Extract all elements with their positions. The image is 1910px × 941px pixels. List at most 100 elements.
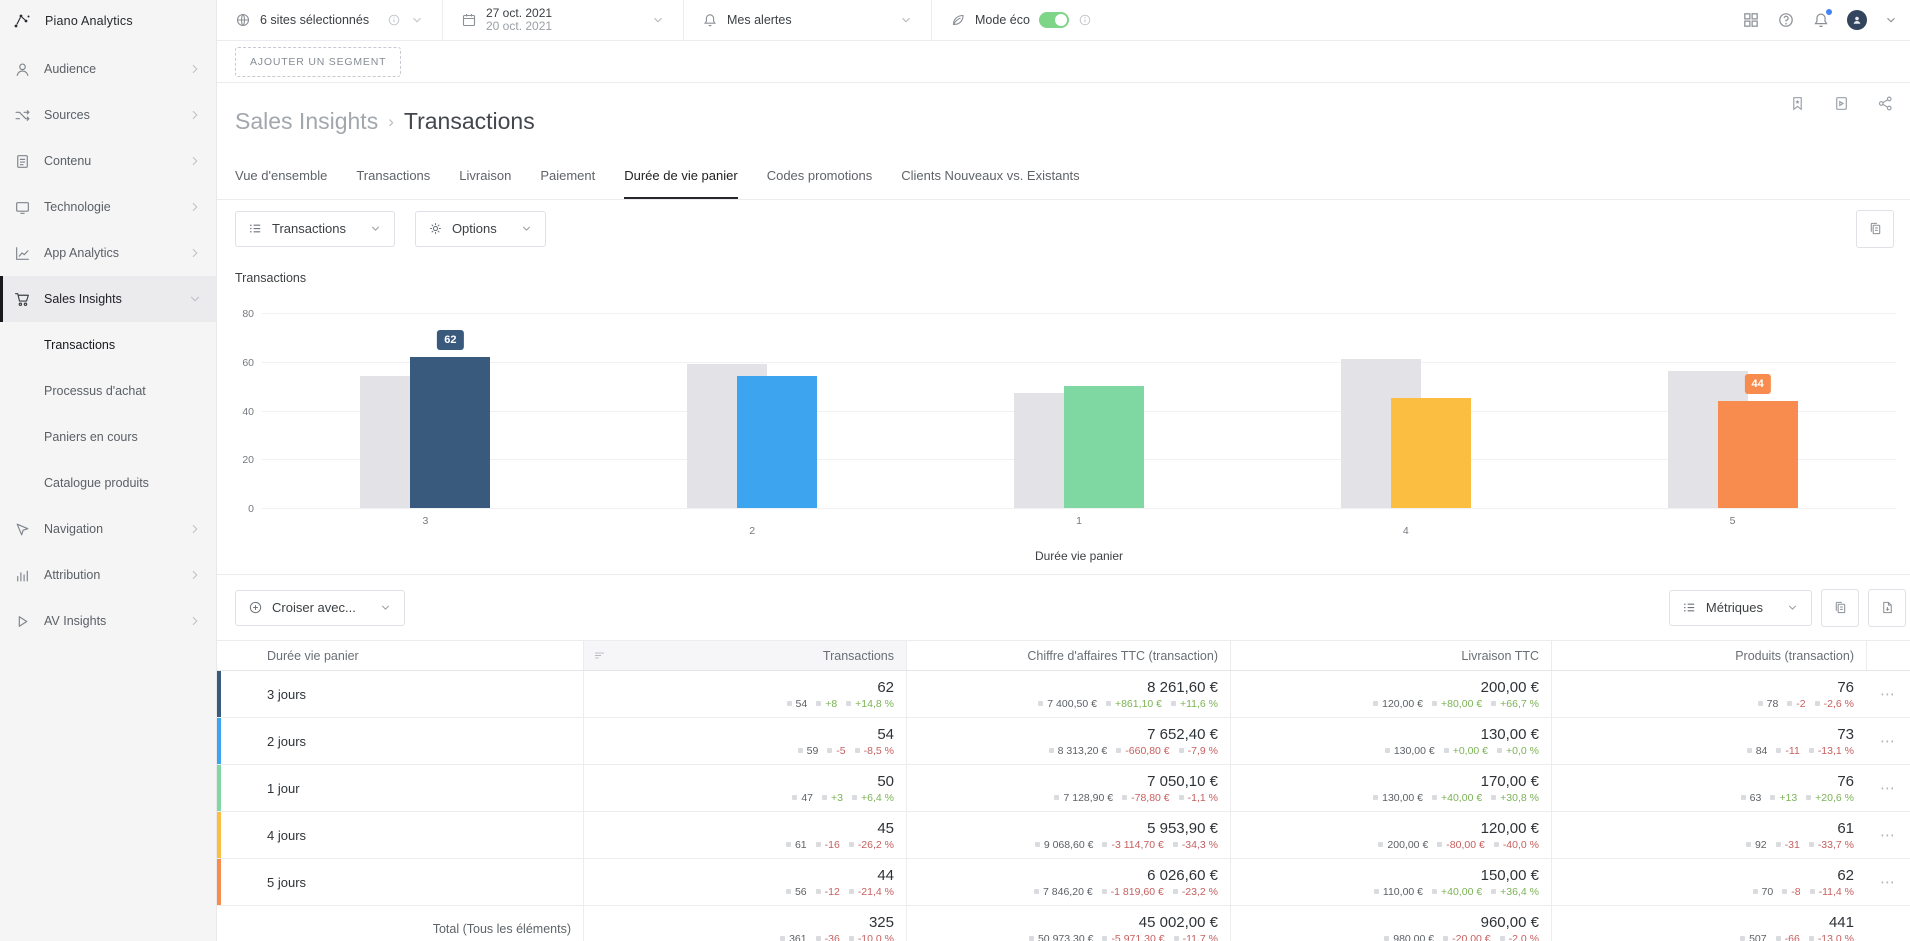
filter-icon[interactable] [593,649,606,662]
date-range-picker[interactable]: 27 oct. 2021 20 oct. 2021 [443,0,684,40]
column-header-livraison-ttc[interactable]: Livraison TTC [1230,641,1551,670]
comparison-line: 56-12-21,4 % [786,886,894,898]
attribution-icon [14,567,31,584]
sidebar-subitem-processus-d-achat[interactable]: Processus d'achat [0,368,216,414]
tab-paiement[interactable]: Paiement [540,168,595,199]
variation-value: -78,80 € [1122,792,1170,804]
eco-toggle[interactable] [1039,12,1069,28]
cross-with-dropdown[interactable]: Croiser avec... [235,590,405,626]
row-actions-button[interactable]: ⋯ [1866,671,1910,717]
row-actions-button[interactable]: ⋯ [1866,718,1910,764]
metric-cell: 45 002,00 €50 973,30 €-5 971,30 €-11,7 % [906,906,1230,941]
list-icon [1682,600,1697,615]
user-avatar[interactable] [1847,10,1867,30]
sidebar-item-label: Technologie [44,200,188,214]
breadcrumb-parent[interactable]: Sales Insights [235,108,378,135]
bar-value-label: 44 [1744,374,1770,394]
sidebar-subitem-catalogue-produits[interactable]: Catalogue produits [0,460,216,506]
variation-value: -26,2 % [849,839,894,851]
variation-value: -7,9 % [1179,745,1218,757]
column-header-transactions[interactable]: Transactions [583,641,906,670]
navigation-icon [14,521,31,538]
metrics-dropdown[interactable]: Métriques [1669,590,1812,626]
export-file-button[interactable] [1868,589,1906,627]
tab-clients-nouveaux-vs-existants[interactable]: Clients Nouveaux vs. Existants [901,168,1079,199]
cell-value: 45 002,00 € [1139,914,1218,931]
variation-value: +80,00 € [1432,698,1482,710]
metric-cell: 7 050,10 €7 128,90 €-78,80 €-1,1 % [906,765,1230,811]
alerts-selector[interactable]: Mes alertes [684,0,932,40]
table-row-3-jours[interactable]: 3 jours6254+8+14,8 %8 261,60 €7 400,50 €… [217,671,1910,718]
sidebar-item-audience[interactable]: Audience [0,46,216,92]
variation-value: -2,0 % [1500,933,1539,941]
comparison-line: 61-16-26,2 % [786,839,894,851]
metric-cell: 6192-31-33,7 % [1551,812,1866,858]
tab-livraison[interactable]: Livraison [459,168,511,199]
bar-current[interactable] [1064,386,1144,508]
cell-value: 200,00 € [1481,679,1539,696]
bar-current[interactable] [1391,398,1471,508]
table-row-5-jours[interactable]: 5 jours4456-12-21,4 %6 026,60 €7 846,20 … [217,859,1910,906]
cell-value: 7 652,40 € [1147,726,1218,743]
previous-value: 507 [1740,933,1767,941]
add-segment-button[interactable]: AJOUTER UN SEGMENT [235,47,401,77]
options-dropdown[interactable]: Options [415,211,546,247]
chart-groups: 6244 [262,313,1896,508]
tab-transactions[interactable]: Transactions [356,168,430,199]
copy-table-button[interactable] [1821,589,1859,627]
sidebar-item-sales-insights[interactable]: Sales Insights [0,276,216,322]
copy-chart-button[interactable] [1856,210,1894,248]
sidebar-item-app-analytics[interactable]: App Analytics [0,230,216,276]
row-label: 5 jours [217,859,583,905]
metric-cell: 120,00 €200,00 €-80,00 €-40,0 % [1230,812,1551,858]
apps-grid-icon[interactable] [1742,11,1760,29]
table-row-1-jour[interactable]: 1 jour5047+3+6,4 %7 050,10 €7 128,90 €-7… [217,765,1910,812]
column-header-duree-vie-panier[interactable]: Durée vie panier [217,641,583,670]
sidebar-item-technologie[interactable]: Technologie [0,184,216,230]
sidebar-item-sources[interactable]: Sources [0,92,216,138]
share-icon[interactable] [1877,95,1894,112]
x-tick-label: 2 [589,525,916,537]
column-header-produits-transaction[interactable]: Produits (transaction) [1551,641,1866,670]
sidebar-item-attribution[interactable]: Attribution [0,552,216,598]
chevron-down-icon [188,292,202,306]
bookmark-star-icon[interactable] [1789,95,1806,112]
comparison-line: 130,00 €+40,00 €+30,8 % [1373,792,1539,804]
sidebar-item-contenu[interactable]: Contenu [0,138,216,184]
site-selector[interactable]: 6 sites sélectionnés [217,0,443,40]
piano-analytics-logo [13,12,31,30]
bar-current[interactable] [1718,401,1798,508]
row-actions-button[interactable]: ⋯ [1866,859,1910,905]
bar-current[interactable] [737,376,817,508]
sidebar-item-av-insights[interactable]: AV Insights [0,598,216,644]
metric-dropdown[interactable]: Transactions [235,211,395,247]
chevron-down-icon[interactable] [1884,13,1898,27]
sidebar-subitem-transactions[interactable]: Transactions [0,322,216,368]
variation-value: -21,4 % [849,886,894,898]
y-tick-label: 80 [222,308,254,320]
app-window: Piano Analytics AudienceSourcesContenu Te… [0,0,1910,941]
tab-duree-de-vie-panier[interactable]: Durée de vie panier [624,168,737,199]
info-icon [1078,13,1092,27]
sidebar-subitem-paniers-en-cours[interactable]: Paniers en cours [0,414,216,460]
variation-value: +40,00 € [1432,886,1482,898]
info-icon [387,13,401,27]
report-file-icon[interactable] [1833,95,1850,112]
table-row-2-jours[interactable]: 2 jours5459-5-8,5 %7 652,40 €8 313,20 €-… [217,718,1910,765]
bar-current[interactable] [410,357,490,508]
help-icon[interactable] [1777,11,1795,29]
column-header-chiffre-d-affaires-ttc-transaction[interactable]: Chiffre d'affaires TTC (transaction) [906,641,1230,670]
brand[interactable]: Piano Analytics [0,0,216,42]
row-actions-button[interactable]: ⋯ [1866,812,1910,858]
tab-vue-d-ensemble[interactable]: Vue d'ensemble [235,168,327,199]
cell-value: 960,00 € [1481,914,1539,931]
variation-value: -10,0 % [849,933,894,941]
alerts-label: Mes alertes [727,13,792,27]
row-label: 4 jours [217,812,583,858]
variation-value: +11,6 % [1171,698,1218,710]
tab-codes-promotions[interactable]: Codes promotions [767,168,873,199]
notifications-bell-icon[interactable] [1812,11,1830,29]
sidebar-item-navigation[interactable]: Navigation [0,506,216,552]
table-row-4-jours[interactable]: 4 jours4561-16-26,2 %5 953,90 €9 068,60 … [217,812,1910,859]
row-actions-button[interactable]: ⋯ [1866,765,1910,811]
